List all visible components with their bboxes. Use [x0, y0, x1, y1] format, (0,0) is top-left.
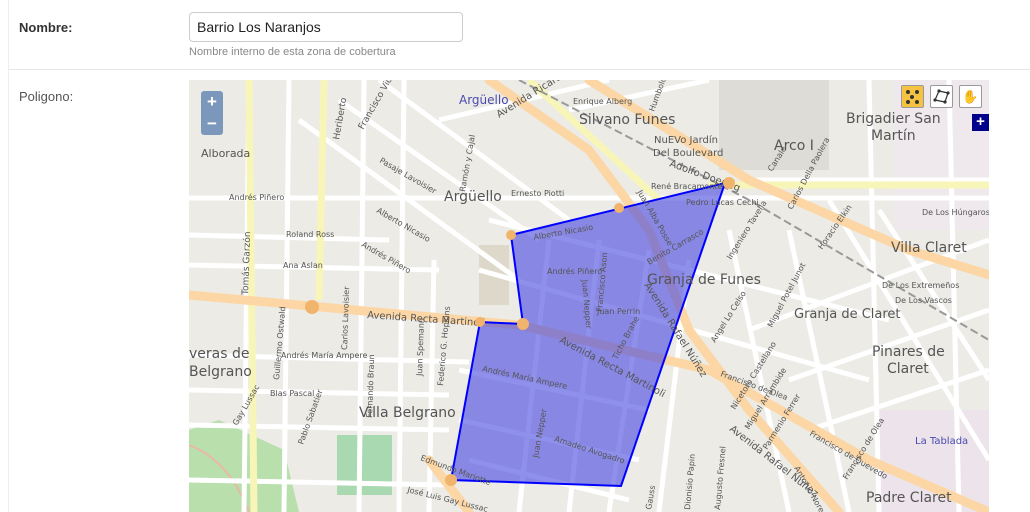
form-row-nombre: [8, 0, 1030, 70]
zoom-in-button[interactable]: +: [201, 91, 223, 113]
label-andres-pinero: Andrés Piñero: [547, 266, 602, 276]
zoom-out-button[interactable]: −: [201, 113, 223, 135]
label-claret: Claret: [887, 361, 929, 377]
label-los-vascos: De Los Vascos: [895, 296, 952, 305]
label-blas-pascal: Blas Pascal: [270, 389, 314, 398]
map-canvas[interactable]: Argüello Silvano Funes NuEVo Jardín Del …: [189, 80, 989, 512]
polygon-label: Poligono:: [19, 89, 74, 104]
polygon-icon: [933, 89, 950, 104]
pan-tool[interactable]: ✋: [959, 85, 982, 108]
label-roland-ross: Roland Ross: [286, 230, 334, 239]
label-pedro-lucas-cechi: Pedro Lucas Cechi: [686, 198, 759, 207]
label-granja-claret: Granja de Claret: [794, 307, 901, 322]
name-label: Nombre:: [19, 20, 73, 35]
hand-icon: ✋: [962, 89, 979, 104]
label-alborada: Alborada: [201, 147, 250, 160]
label-andres-pinero-2: Andrés Piñero: [229, 192, 284, 202]
label-padre-claret: Padre Claret: [866, 490, 952, 506]
label-tomas-garzon: Tomás Garzón: [240, 231, 253, 296]
label-brigadier: Brigadier San: [846, 111, 941, 127]
label-nuevo-jardin: NuEVo Jardín: [654, 134, 718, 146]
draw-point-tool[interactable]: [901, 85, 924, 108]
zoom-control: + −: [201, 91, 223, 135]
label-los-extremenos: De Los Extremeños: [882, 281, 959, 290]
draw-polygon-tool[interactable]: [930, 85, 953, 108]
points-icon: [906, 90, 919, 104]
name-input[interactable]: [189, 12, 463, 42]
label-pinares: Pinares de: [872, 344, 945, 360]
label-veras-de: veras de: [189, 346, 249, 362]
label-ana-aslan: Ana Aslan: [283, 261, 323, 270]
label-del-boulevard: Del Boulevard: [653, 148, 723, 159]
label-enrique-alberg: Enrique Alberg: [573, 97, 632, 106]
label-silvano-funes: Silvano Funes: [579, 112, 675, 128]
label-martin: Martín: [871, 128, 916, 144]
label-belgrano: Belgrano: [189, 364, 252, 380]
label-rene-bracamonte: René Bracamonte: [651, 181, 723, 191]
label-villa-claret: Villa Claret: [891, 240, 967, 256]
label-andres-maria-ampere-2: Andrés María Ampere: [281, 350, 368, 360]
label-arguello-station: Argüello: [459, 93, 509, 107]
polygon-map[interactable]: Argüello Silvano Funes NuEVo Jardín Del …: [189, 80, 989, 512]
label-arguello: Argüello: [444, 189, 502, 205]
name-help-text: Nombre interno de esta zona de cobertura: [189, 46, 396, 58]
label-los-hungaros: De Los Húngaros: [922, 208, 989, 217]
label-ernesto-piotti: Ernesto Piotti: [511, 189, 564, 198]
layer-switcher-button[interactable]: +: [972, 114, 989, 131]
label-granja-funes: Granja de Funes: [647, 272, 761, 288]
label-la-tablada: La Tablada: [915, 436, 968, 447]
